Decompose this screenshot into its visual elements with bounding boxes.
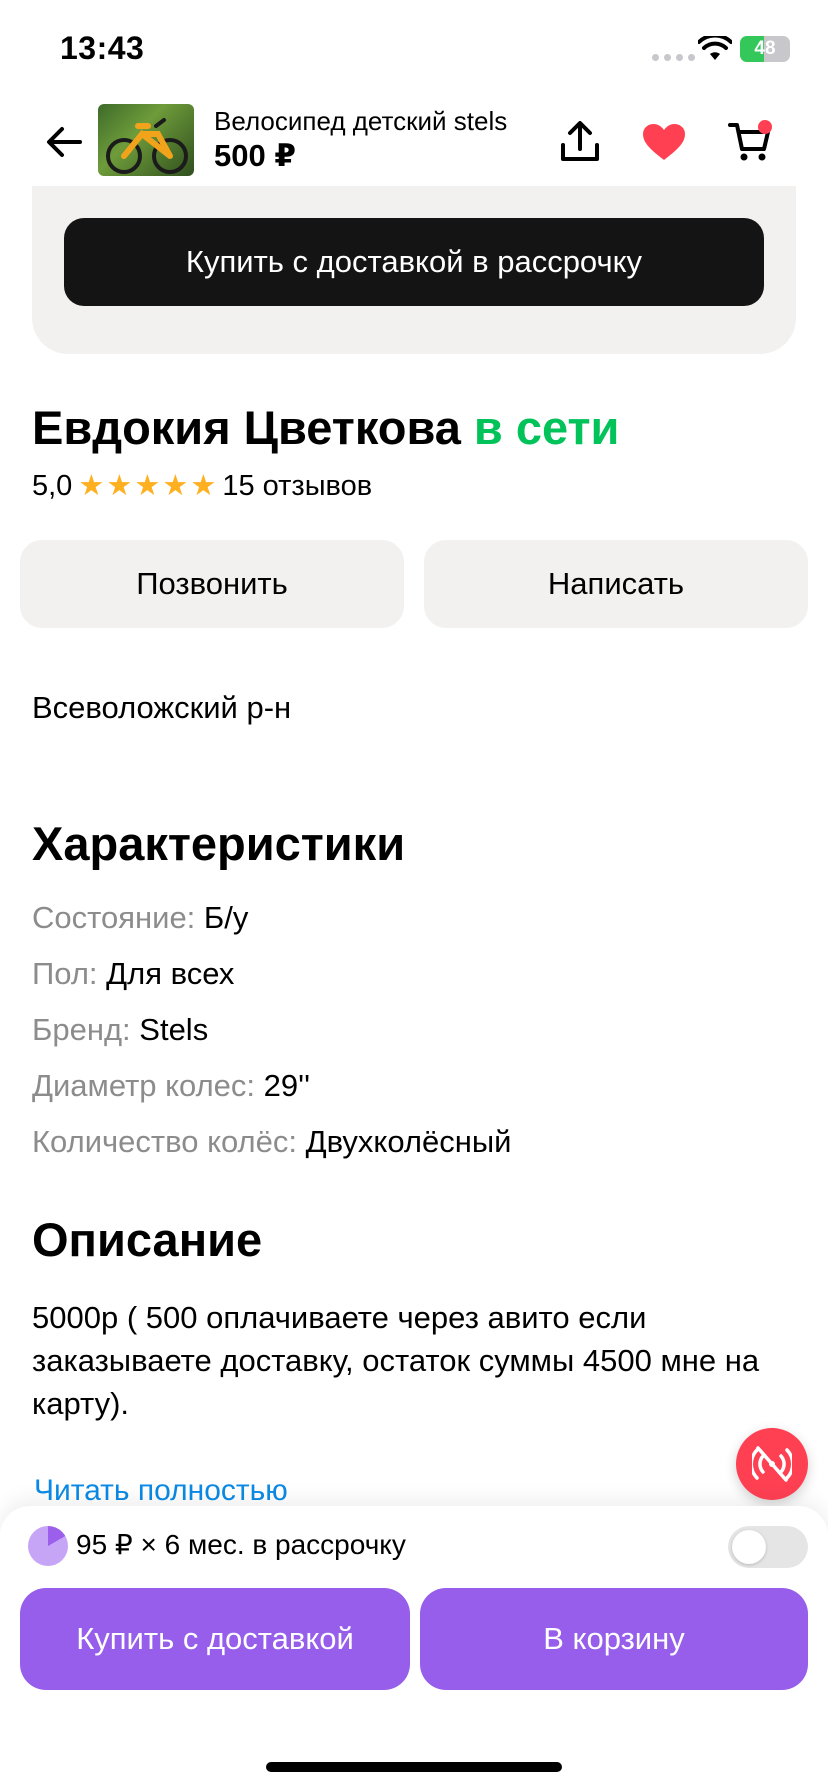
spec-key: Диаметр колес: — [32, 1068, 256, 1103]
spec-value: Двухколёсный — [305, 1124, 512, 1159]
call-off-button[interactable] — [736, 1428, 808, 1500]
rating-value: 5,0 — [32, 470, 73, 502]
header-product-title: Велосипед детский stels — [214, 106, 508, 136]
spec-row: Количество колёс: Двухколёсный — [32, 1124, 511, 1160]
product-header: Велосипед детский stels 500 ₽ — [0, 100, 828, 186]
buy-installment-button[interactable]: Купить с доставкой в рассрочку — [64, 218, 764, 306]
share-button[interactable] — [554, 116, 606, 168]
favorite-button[interactable] — [638, 116, 690, 168]
share-icon — [561, 121, 599, 161]
home-indicator — [266, 1762, 562, 1772]
description-text: 5000р ( 500 оплачиваете через авито если… — [32, 1300, 760, 1421]
spec-key: Количество колёс: — [32, 1124, 297, 1159]
star-icon: ★ — [106, 470, 133, 502]
star-icon: ★ — [190, 470, 217, 502]
header-product-price: 500 ₽ — [214, 138, 296, 173]
battery-percent: 48 — [754, 38, 776, 59]
location: Всеволожский р-н — [32, 690, 292, 725]
status-bar: 13:43 48 — [0, 0, 828, 100]
spec-key: Бренд: — [32, 1012, 131, 1047]
message-button[interactable]: Написать — [424, 540, 808, 628]
arrow-left-icon — [47, 127, 82, 157]
read-more-link[interactable]: Читать полностью — [34, 1474, 288, 1508]
installment-text: 95 ₽ × 6 мес. в рассрочку — [76, 1529, 406, 1560]
cart-button[interactable] — [724, 116, 776, 168]
cart-badge — [758, 120, 772, 134]
spec-value: 29'' — [263, 1068, 310, 1103]
toggle-knob — [732, 1530, 766, 1564]
installment-toggle[interactable] — [728, 1526, 808, 1568]
specs-title: Характеристики — [32, 817, 406, 870]
wifi-icon — [698, 36, 732, 60]
back-button[interactable] — [40, 118, 88, 166]
spec-row: Бренд: Stels — [32, 1012, 208, 1048]
spec-row: Диаметр колес: 29'' — [32, 1068, 310, 1104]
seller-name-row[interactable]: Евдокия Цветкова в сети — [32, 400, 619, 455]
buy-with-delivery-button[interactable]: Купить с доставкой — [20, 1588, 410, 1690]
signal-off-icon — [752, 1446, 792, 1482]
spec-value: Для всех — [106, 956, 235, 991]
spec-value: Stels — [139, 1012, 209, 1047]
star-icon: ★ — [78, 470, 105, 502]
spec-row: Пол: Для всех — [32, 956, 234, 992]
product-thumbnail[interactable] — [98, 104, 194, 176]
bottom-action-panel: 95 ₽ × 6 мес. в рассрочку Купить с доста… — [0, 1506, 828, 1792]
add-to-cart-button[interactable]: В корзину — [420, 1588, 808, 1690]
description-title: Описание — [32, 1213, 263, 1266]
spec-row: Состояние: Б/у — [32, 900, 248, 936]
spec-key: Состояние: — [32, 900, 196, 935]
seller-name[interactable]: Евдокия Цветкова — [32, 401, 461, 454]
status-time: 13:43 — [60, 30, 145, 66]
seller-online-status: в сети — [473, 401, 620, 454]
cellular-signal-icon — [652, 54, 695, 61]
star-icon: ★ — [134, 470, 161, 502]
spec-value: Б/у — [203, 900, 249, 935]
battery-icon: 48 — [740, 36, 790, 62]
rating-stars: ★ ★ ★ ★ ★ — [78, 472, 216, 501]
reviews-count: 15 отзывов — [222, 470, 373, 502]
heart-icon — [643, 124, 685, 160]
star-icon: ★ — [162, 470, 189, 502]
seller-rating[interactable]: 5,0 ★ ★ ★ ★ ★ 15 отзывов — [32, 470, 372, 503]
call-button[interactable]: Позвонить — [20, 540, 404, 628]
spec-key: Пол: — [32, 956, 98, 991]
installment-pie-icon — [28, 1526, 68, 1566]
